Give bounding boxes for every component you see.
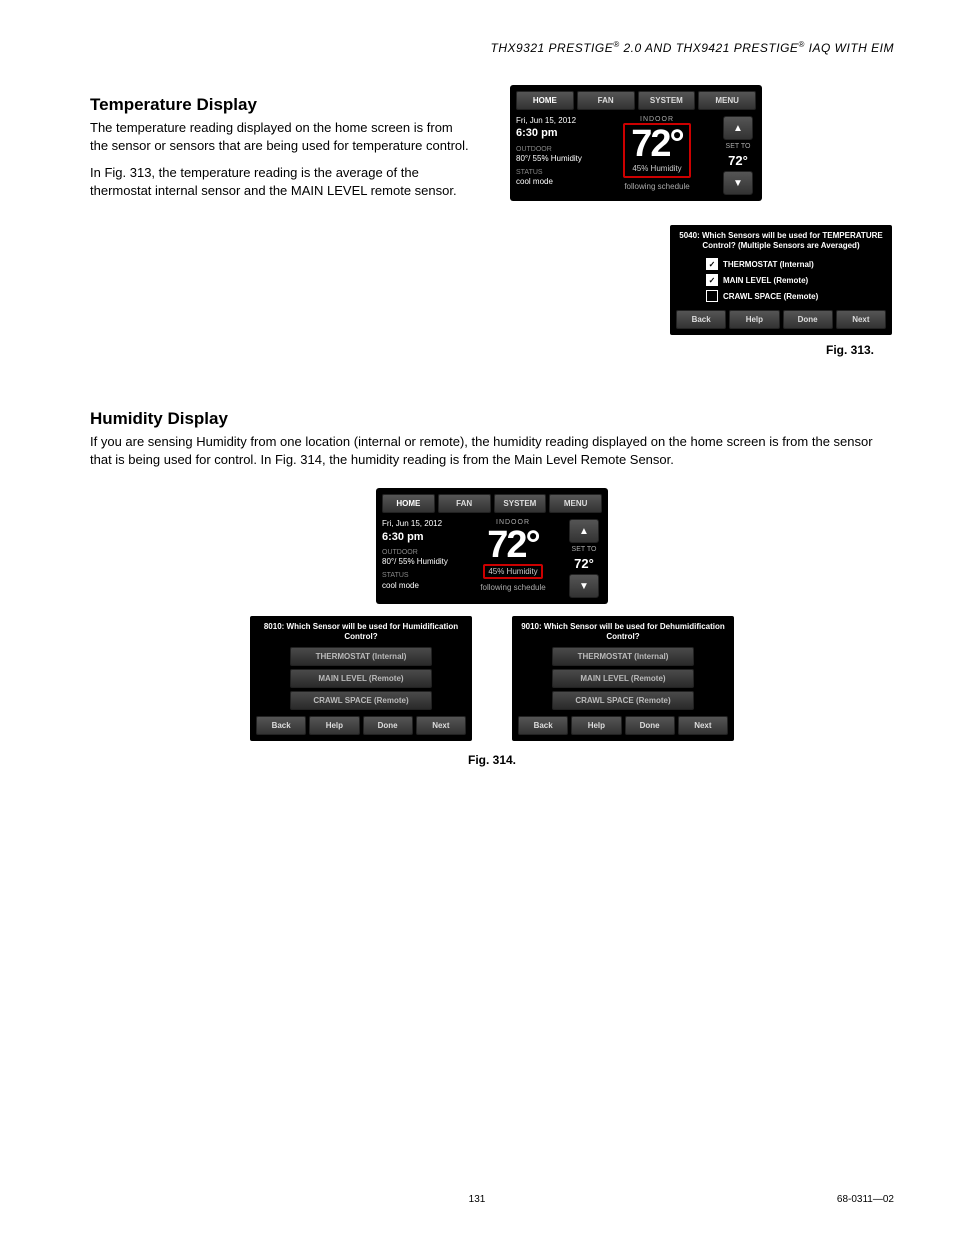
- document-id: 68-0311—02: [837, 1194, 894, 1205]
- set-to-label: SET TO: [726, 143, 751, 150]
- outdoor-value: 80°/ 55% Humidity: [382, 557, 460, 567]
- help-button[interactable]: Help: [729, 310, 779, 329]
- date-text: Fri, Jun 15, 2012: [516, 116, 594, 126]
- option-thermostat[interactable]: THERMOSTAT (Internal): [552, 647, 694, 666]
- sensor-selection-panel-5040: 5040: Which Sensors will be used for TEM…: [670, 225, 892, 335]
- tab-system[interactable]: SYSTEM: [494, 494, 547, 513]
- temp-up-button[interactable]: ▲: [723, 116, 753, 140]
- section-title-humidity: Humidity Display: [90, 409, 894, 429]
- tab-menu[interactable]: MENU: [549, 494, 602, 513]
- set-to-label: SET TO: [572, 546, 597, 553]
- option-crawl-space[interactable]: CRAWL SPACE (Remote): [552, 691, 694, 710]
- help-button[interactable]: Help: [309, 716, 359, 735]
- temperature-paragraph-2: In Fig. 313, the temperature reading is …: [90, 164, 470, 199]
- set-to-value: 72°: [574, 556, 594, 571]
- thermostat-home-screen-314: HOME FAN SYSTEM MENU Fri, Jun 15, 2012 6…: [376, 488, 608, 604]
- figure-314-caption: Fig. 314.: [90, 753, 894, 767]
- indoor-humidity-highlighted: 45% Humidity: [483, 564, 542, 579]
- indoor-temperature: 72°: [629, 127, 684, 161]
- done-button[interactable]: Done: [363, 716, 413, 735]
- next-button[interactable]: Next: [836, 310, 886, 329]
- status-label: STATUS: [382, 571, 460, 580]
- next-button[interactable]: Next: [416, 716, 466, 735]
- dehumidification-sensor-panel-9010: 9010: Which Sensor will be used for Dehu…: [512, 616, 734, 741]
- indoor-humidity: 45% Humidity: [629, 163, 684, 174]
- temp-down-button[interactable]: ▼: [569, 574, 599, 598]
- option-main-level[interactable]: MAIN LEVEL (Remote): [552, 669, 694, 688]
- indoor-temperature: 72°: [464, 528, 562, 562]
- checkbox-checked-icon: ✓: [706, 258, 718, 270]
- sensor-question: 5040: Which Sensors will be used for TEM…: [676, 231, 886, 250]
- thermostat-home-screen-313: HOME FAN SYSTEM MENU Fri, Jun 15, 2012 6…: [510, 85, 762, 201]
- done-button[interactable]: Done: [625, 716, 675, 735]
- humidification-sensor-panel-8010: 8010: Which Sensor will be used for Humi…: [250, 616, 472, 741]
- page-header: THX9321 PRESTIGE® 2.0 AND THX9421 PRESTI…: [90, 40, 894, 55]
- time-text: 6:30 pm: [382, 530, 460, 544]
- outdoor-label: OUTDOOR: [516, 145, 594, 154]
- date-text: Fri, Jun 15, 2012: [382, 519, 460, 529]
- tab-fan[interactable]: FAN: [438, 494, 491, 513]
- figure-313-caption: Fig. 313.: [790, 343, 910, 357]
- tab-fan[interactable]: FAN: [577, 91, 635, 110]
- page-number: 131: [469, 1194, 486, 1205]
- status-value: cool mode: [516, 177, 594, 187]
- temp-down-button[interactable]: ▼: [723, 171, 753, 195]
- next-button[interactable]: Next: [678, 716, 728, 735]
- indoor-label: INDOOR: [598, 116, 716, 123]
- option-crawl-space[interactable]: CRAWL SPACE (Remote): [290, 691, 432, 710]
- panel-question: 8010: Which Sensor will be used for Humi…: [256, 622, 466, 641]
- status-value: cool mode: [382, 581, 460, 591]
- section-title-temperature: Temperature Display: [90, 95, 490, 115]
- time-text: 6:30 pm: [516, 126, 594, 140]
- outdoor-value: 80°/ 55% Humidity: [516, 154, 594, 164]
- checkbox-checked-icon: ✓: [706, 274, 718, 286]
- temperature-paragraph-1: The temperature reading displayed on the…: [90, 119, 470, 154]
- sensor-option-main-level[interactable]: ✓ MAIN LEVEL (Remote): [706, 274, 886, 286]
- tab-home[interactable]: HOME: [516, 91, 574, 110]
- done-button[interactable]: Done: [783, 310, 833, 329]
- status-label: STATUS: [516, 168, 594, 177]
- tab-system[interactable]: SYSTEM: [638, 91, 696, 110]
- schedule-text: following schedule: [464, 583, 562, 592]
- humidity-paragraph: If you are sensing Humidity from one loc…: [90, 433, 890, 468]
- back-button[interactable]: Back: [676, 310, 726, 329]
- sensor-option-thermostat[interactable]: ✓ THERMOSTAT (Internal): [706, 258, 886, 270]
- schedule-text: following schedule: [598, 182, 716, 191]
- checkbox-empty-icon: [706, 290, 718, 302]
- panel-question: 9010: Which Sensor will be used for Dehu…: [518, 622, 728, 641]
- tab-home[interactable]: HOME: [382, 494, 435, 513]
- set-to-value: 72°: [728, 153, 748, 168]
- option-thermostat[interactable]: THERMOSTAT (Internal): [290, 647, 432, 666]
- sensor-option-crawl-space[interactable]: CRAWL SPACE (Remote): [706, 290, 886, 302]
- outdoor-label: OUTDOOR: [382, 548, 460, 557]
- help-button[interactable]: Help: [571, 716, 621, 735]
- temp-up-button[interactable]: ▲: [569, 519, 599, 543]
- back-button[interactable]: Back: [256, 716, 306, 735]
- tab-menu[interactable]: MENU: [698, 91, 756, 110]
- option-main-level[interactable]: MAIN LEVEL (Remote): [290, 669, 432, 688]
- page-footer: 131 68-0311—02: [0, 1194, 954, 1205]
- back-button[interactable]: Back: [518, 716, 568, 735]
